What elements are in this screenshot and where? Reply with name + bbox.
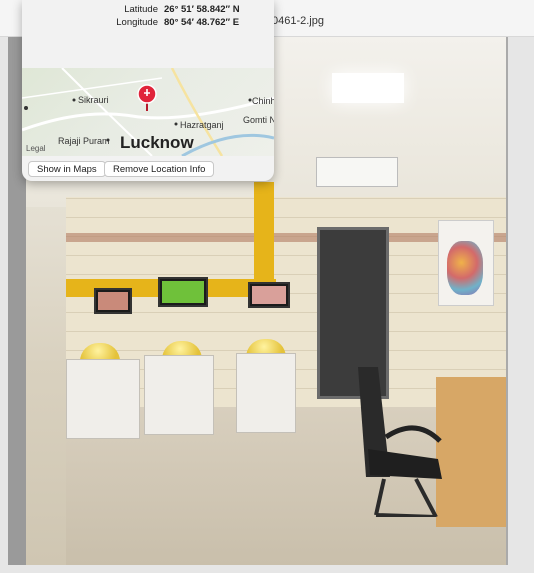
map-place-label: Sikrauri <box>78 95 109 105</box>
map-place-label: Rajaji Puram <box>58 136 110 146</box>
window-title: 0461-2.jpg <box>272 15 324 27</box>
photo-desk <box>144 355 214 435</box>
map-place-label: Hazratganj <box>180 120 224 130</box>
map-place-label: Chinh <box>252 96 274 106</box>
photo-poster <box>438 220 494 306</box>
longitude-value: 80° 54′ 48.762″ E <box>164 17 240 28</box>
photo-poster-art <box>447 241 483 295</box>
photo-ceiling-light <box>332 73 404 103</box>
photo-desk <box>236 353 296 433</box>
remove-location-info-button[interactable]: Remove Location Info <box>104 161 215 177</box>
photo-desk <box>66 359 140 439</box>
location-map[interactable]: Sikrauri Chinh Hazratganj Gomti N Rajaji… <box>22 68 274 156</box>
location-info-popover: Latitude 26° 51′ 58.842″ N Longitude 80°… <box>22 0 274 181</box>
photo-monitor <box>158 277 208 307</box>
longitude-row: Longitude 80° 54′ 48.762″ E <box>22 17 274 31</box>
latitude-value: 26° 51′ 58.842″ N <box>164 4 240 15</box>
map-legal-link[interactable]: Legal <box>26 144 46 153</box>
latitude-label: Latitude <box>124 4 158 15</box>
map-pin-icon <box>137 84 157 111</box>
map-city-label: Lucknow <box>120 133 194 152</box>
photo-yellow-post <box>254 182 274 292</box>
photo-office-chair <box>358 367 442 517</box>
photo-monitor <box>248 282 290 308</box>
latitude-row: Latitude 26° 51′ 58.842″ N <box>22 4 274 18</box>
photo-air-conditioner <box>316 157 398 187</box>
photo-monitor <box>94 288 132 314</box>
longitude-label: Longitude <box>116 17 158 28</box>
show-in-maps-button[interactable]: Show in Maps <box>28 161 106 177</box>
photo-wooden-desk <box>436 377 506 527</box>
map-place-label: Gomti N <box>243 115 274 125</box>
